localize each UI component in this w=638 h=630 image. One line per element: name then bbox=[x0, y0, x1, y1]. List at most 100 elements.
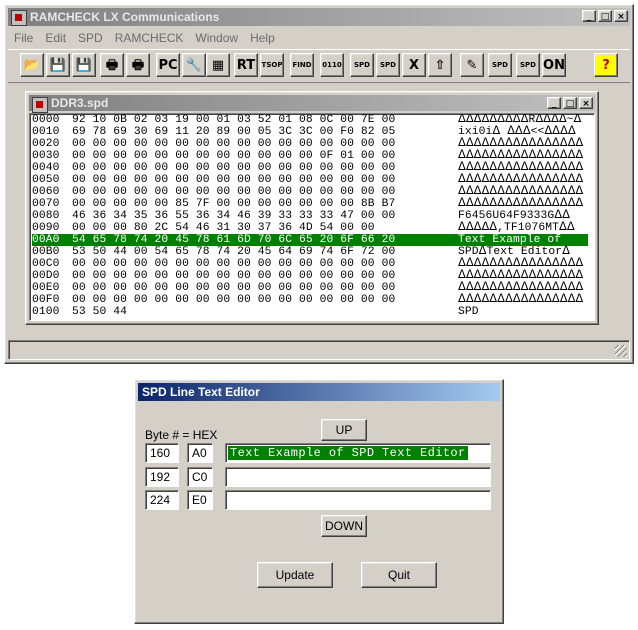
byte-field-3[interactable]: 224 bbox=[145, 490, 179, 510]
hex-row-ascii: Text Example of bbox=[458, 234, 569, 246]
resize-grip[interactable] bbox=[615, 345, 627, 357]
tools-icon-glyph: 🔧 bbox=[185, 57, 203, 73]
byte-field-2[interactable]: 192 bbox=[145, 467, 179, 487]
hex-row-address: 0100 bbox=[32, 306, 60, 318]
binary-download-icon[interactable]: 0110 bbox=[320, 53, 344, 77]
save-all-icon[interactable]: 💾 bbox=[72, 53, 96, 77]
byte-field-1[interactable]: 160 bbox=[145, 443, 179, 463]
spd-upload-icon[interactable]: SPD bbox=[376, 53, 400, 77]
hex-row-address: 0080 bbox=[32, 210, 60, 222]
hex-row[interactable]: 00C0 00 00 00 00 00 00 00 00 00 00 00 00 … bbox=[32, 258, 588, 270]
hex-row[interactable]: 0080 46 36 34 35 36 55 36 34 46 39 33 33 … bbox=[32, 210, 588, 222]
hex-field-2[interactable]: C0 bbox=[187, 467, 213, 487]
find-icon-glyph: FIND bbox=[292, 60, 312, 69]
report-icon[interactable]: ✎ bbox=[460, 53, 484, 77]
document-title: DDR3.spd bbox=[51, 96, 109, 110]
menu-file[interactable]: File bbox=[8, 28, 39, 48]
excel-export-icon-glyph: X bbox=[408, 57, 420, 73]
hex-row[interactable]: 0070 00 00 00 00 00 85 7F 00 00 00 00 00 … bbox=[32, 198, 588, 210]
hex-row-ascii: SPD bbox=[458, 306, 479, 318]
hex-row-address: 00E0 bbox=[32, 282, 60, 294]
hex-row-bytes: 53 50 44 00 54 65 78 74 20 45 64 69 74 6… bbox=[72, 246, 396, 258]
printer-setup-icon[interactable]: 🖶 bbox=[126, 53, 150, 77]
tsop-icon[interactable]: TSOP bbox=[260, 53, 284, 77]
hex-row-address: 0070 bbox=[32, 198, 60, 210]
hex-row-address: 00A0 bbox=[32, 234, 60, 246]
close-button[interactable]: × bbox=[614, 10, 628, 22]
hex-row[interactable]: 0000 92 10 0B 02 03 19 00 01 03 52 01 08 … bbox=[32, 114, 588, 126]
hex-row[interactable]: 0100 53 50 44 SPD bbox=[32, 306, 588, 318]
hex-row-bytes: 00 00 00 00 00 00 00 00 00 00 00 00 00 0… bbox=[72, 258, 396, 270]
editor-titlebar[interactable]: SPD Line Text Editor bbox=[138, 383, 500, 401]
update-button[interactable]: Update bbox=[257, 562, 333, 588]
down-button[interactable]: DOWN bbox=[321, 515, 367, 537]
hex-view[interactable]: 0000 92 10 0B 02 03 19 00 01 03 52 01 08 … bbox=[29, 113, 595, 321]
hex-row[interactable]: 00A0 54 65 78 74 20 45 78 61 6D 70 6C 65 … bbox=[32, 234, 588, 246]
menu-help[interactable]: Help bbox=[244, 28, 281, 48]
pc-icon-glyph: PC bbox=[158, 57, 178, 73]
hex-row-bytes: 00 00 00 00 00 00 00 00 00 00 00 00 00 0… bbox=[72, 162, 396, 174]
power-on-icon[interactable]: ON bbox=[542, 53, 566, 77]
menu-edit[interactable]: Edit bbox=[39, 28, 72, 48]
main-titlebar[interactable]: RAMCHECK LX Communications _ □ × bbox=[8, 8, 630, 26]
chip-icon[interactable]: ▦ bbox=[206, 53, 230, 77]
hex-row-bytes: 00 00 00 80 2C 54 46 31 30 37 36 4D 54 0… bbox=[72, 222, 375, 234]
rt-icon[interactable]: RT bbox=[234, 53, 258, 77]
text-field-3-value bbox=[228, 493, 232, 507]
find-icon[interactable]: FIND bbox=[290, 53, 314, 77]
menu-window[interactable]: Window bbox=[189, 28, 244, 48]
hex-row[interactable]: 0060 00 00 00 00 00 00 00 00 00 00 00 00 … bbox=[32, 186, 588, 198]
hex-field-3[interactable]: E0 bbox=[187, 490, 213, 510]
document-titlebar[interactable]: DDR3.spd _ □ × bbox=[29, 95, 595, 113]
hex-row[interactable]: 0090 00 00 00 80 2C 54 46 31 30 37 36 4D … bbox=[32, 222, 588, 234]
pc-icon[interactable]: PC bbox=[156, 53, 180, 77]
tools-icon[interactable]: 🔧 bbox=[182, 53, 206, 77]
hex-row[interactable]: 00D0 00 00 00 00 00 00 00 00 00 00 00 00 … bbox=[32, 270, 588, 282]
print-icon[interactable]: 🖶 bbox=[100, 53, 124, 77]
quit-button[interactable]: Quit bbox=[361, 562, 437, 588]
main-title: RAMCHECK LX Communications bbox=[30, 10, 220, 24]
editor-title: SPD Line Text Editor bbox=[142, 385, 260, 399]
upload-icon[interactable]: ⇧ bbox=[428, 53, 452, 77]
save-all-icon-glyph: 💾 bbox=[75, 57, 93, 73]
hex-row-address: 0020 bbox=[32, 138, 60, 150]
doc-maximize-button[interactable]: □ bbox=[563, 97, 577, 109]
hex-row-address: 0010 bbox=[32, 126, 60, 138]
hex-row[interactable]: 00F0 00 00 00 00 00 00 00 00 00 00 00 00 … bbox=[32, 294, 588, 306]
spd-editor-icon[interactable]: SPD bbox=[516, 53, 540, 77]
text-field-3[interactable] bbox=[225, 490, 491, 510]
excel-export-icon[interactable]: X bbox=[402, 53, 426, 77]
maximize-button[interactable]: □ bbox=[598, 10, 612, 22]
text-field-1[interactable]: Text Example of SPD Text Editor bbox=[225, 443, 491, 463]
hex-row[interactable]: 0040 00 00 00 00 00 00 00 00 00 00 00 00 … bbox=[32, 162, 588, 174]
binary-download-icon-glyph: 0110 bbox=[322, 60, 342, 69]
hex-row-ascii: ᐃᐃᐃᐃᐃᐃᐃᐃᐃᐃᐃᐃᐃᐃᐃᐃ bbox=[458, 186, 584, 198]
doc-minimize-button[interactable]: _ bbox=[547, 97, 561, 109]
hex-row-bytes: 69 78 69 30 69 11 20 89 00 05 3C 3C 00 F… bbox=[72, 126, 396, 138]
hex-row[interactable]: 0030 00 00 00 00 00 00 00 00 00 00 00 00 … bbox=[32, 150, 588, 162]
hex-row[interactable]: 0050 00 00 00 00 00 00 00 00 00 00 00 00 … bbox=[32, 174, 588, 186]
spd-download-icon[interactable]: SPD bbox=[350, 53, 374, 77]
hex-field-1[interactable]: A0 bbox=[187, 443, 213, 463]
main-window: RAMCHECK LX Communications _ □ × File Edit S… bbox=[4, 4, 634, 364]
help-icon[interactable]: ? bbox=[594, 53, 618, 77]
save-icon[interactable]: 💾 bbox=[46, 53, 70, 77]
up-button[interactable]: UP bbox=[321, 419, 367, 441]
hex-row[interactable]: 0010 69 78 69 30 69 11 20 89 00 05 3C 3C … bbox=[32, 126, 588, 138]
power-on-icon-glyph: ON bbox=[543, 57, 565, 73]
hex-row-address: 00B0 bbox=[32, 246, 60, 258]
menu-ramcheck[interactable]: RAMCHECK bbox=[109, 28, 190, 48]
hex-row[interactable]: 00E0 00 00 00 00 00 00 00 00 00 00 00 00 … bbox=[32, 282, 588, 294]
hex-row[interactable]: 0020 00 00 00 00 00 00 00 00 00 00 00 00 … bbox=[32, 138, 588, 150]
menu-spd[interactable]: SPD bbox=[72, 28, 109, 48]
text-field-2[interactable] bbox=[225, 467, 491, 487]
doc-close-button[interactable]: × bbox=[579, 97, 593, 109]
hex-row-ascii: F6456U64F9333Gᐃᐃ bbox=[458, 210, 570, 222]
hex-row-address: 0050 bbox=[32, 174, 60, 186]
hex-row-bytes: 00 00 00 00 00 00 00 00 00 00 00 00 00 0… bbox=[72, 174, 396, 186]
open-icon[interactable]: 📂 bbox=[20, 53, 44, 77]
hex-row[interactable]: 00B0 53 50 44 00 54 65 78 74 20 45 64 69 … bbox=[32, 246, 588, 258]
hex-row-ascii: ᐃᐃᐃᐃᐃᐃᐃᐃᐃᐃᐃᐃᐃᐃᐃᐃ bbox=[458, 174, 584, 186]
spd-wizard-icon[interactable]: SPD bbox=[488, 53, 512, 77]
minimize-button[interactable]: _ bbox=[582, 10, 596, 22]
